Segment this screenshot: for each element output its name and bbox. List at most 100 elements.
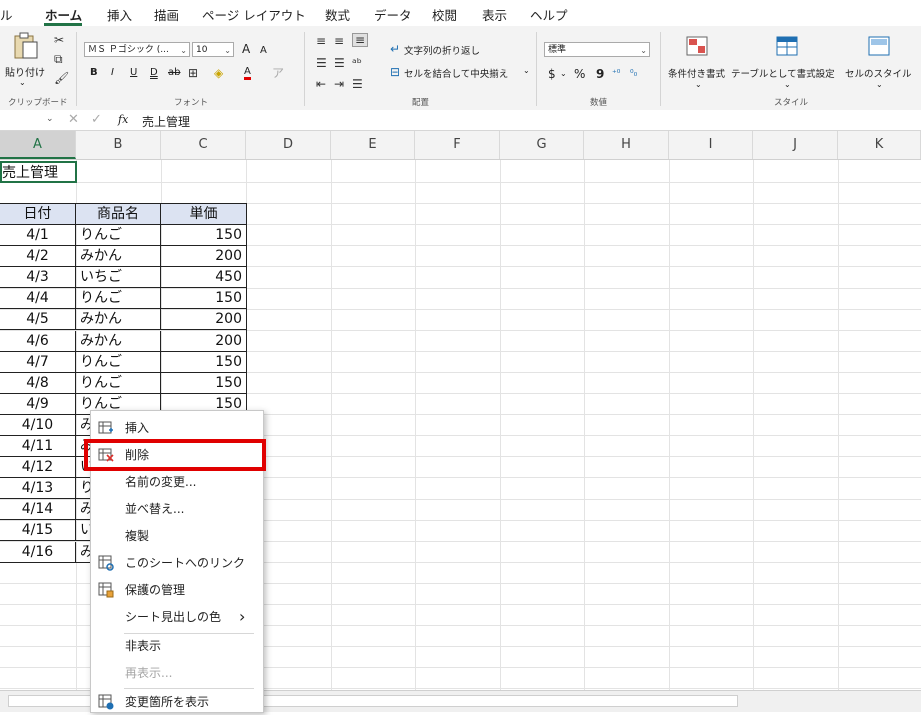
tab-page-layout[interactable]: ページ レイアウト xyxy=(202,5,306,24)
decrease-decimal-icon[interactable]: ⁰₀ xyxy=(630,68,637,80)
tab-formulas[interactable]: 数式 xyxy=(325,5,350,24)
cell-date[interactable]: 4/7 xyxy=(0,351,76,373)
cancel-icon[interactable]: ✕ xyxy=(68,112,79,127)
align-bottom-icon[interactable]: ≡ xyxy=(352,33,369,47)
menu-item-tab-color[interactable]: シート見出しの色 › xyxy=(91,604,261,630)
font-color-button[interactable]: A xyxy=(244,66,251,80)
italic-button[interactable]: I xyxy=(111,66,114,80)
percent-button[interactable]: % xyxy=(574,67,585,81)
table-header-product[interactable]: 商品名 xyxy=(76,204,161,225)
merge-center-icon[interactable]: ⊟ xyxy=(390,66,400,78)
column-header-h[interactable]: H xyxy=(584,131,669,159)
column-header-a[interactable]: A xyxy=(0,131,76,159)
underline-button[interactable]: U xyxy=(130,66,137,80)
menu-item-move-copy[interactable]: 並べ替え... xyxy=(91,496,261,522)
tab-insert[interactable]: 挿入 xyxy=(107,5,132,24)
fill-color-icon[interactable]: ◈ xyxy=(214,67,223,79)
wrap-text-button[interactable]: 文字列の折り返し xyxy=(404,43,480,57)
format-painter-icon[interactable]: 🖌 xyxy=(54,72,69,84)
menu-item-hide[interactable]: 非表示 xyxy=(91,633,261,659)
currency-button[interactable]: $ xyxy=(548,67,556,81)
chevron-down-icon[interactable]: ⌄ xyxy=(876,80,883,89)
font-size-select[interactable]: 10 ⌄ xyxy=(192,42,234,57)
tab-home[interactable]: ホーム xyxy=(45,5,82,24)
chevron-down-icon[interactable]: ⌄ xyxy=(560,69,567,78)
menu-item-link-to-sheet[interactable]: このシートへのリンク xyxy=(91,550,261,576)
shrink-font-button[interactable]: A xyxy=(260,44,267,58)
bold-button[interactable]: B xyxy=(90,66,98,80)
phonetic-icon[interactable]: ア xyxy=(272,67,284,79)
decrease-indent-icon[interactable]: ⇤ xyxy=(316,78,326,90)
cell-price[interactable]: 150 xyxy=(161,225,246,246)
cell-date[interactable]: 4/16 xyxy=(0,541,76,563)
border-icon[interactable]: ⊞ xyxy=(188,67,198,79)
menu-item-show-changes[interactable]: 変更箇所を表示 xyxy=(91,689,261,715)
cell-date[interactable]: 4/11 xyxy=(0,436,76,457)
column-header-g[interactable]: G xyxy=(500,131,584,159)
chevron-down-icon[interactable]: ⌄ xyxy=(523,66,530,75)
cell-product[interactable]: りんご xyxy=(76,351,161,373)
cell-styles-icon[interactable] xyxy=(868,36,890,56)
cell-product[interactable]: みかん xyxy=(76,246,161,268)
cell-date[interactable]: 4/13 xyxy=(0,478,76,500)
chevron-down-icon[interactable]: ⌄ xyxy=(695,80,702,89)
column-header-c[interactable]: C xyxy=(161,131,246,159)
menu-item-protect[interactable]: 保護の管理 xyxy=(91,577,261,603)
cut-icon[interactable]: ✂ xyxy=(54,34,64,46)
table-header-date[interactable]: 日付 xyxy=(0,204,76,225)
align-center-icon[interactable]: ☰ xyxy=(334,57,345,69)
format-as-table-button[interactable]: テーブルとして書式設定 xyxy=(731,66,835,80)
column-header-d[interactable]: D xyxy=(246,131,331,159)
format-as-table-icon[interactable] xyxy=(776,36,798,56)
cell-price[interactable]: 450 xyxy=(161,267,246,289)
align-left-icon[interactable]: ☰ xyxy=(316,57,327,69)
enter-icon[interactable]: ✓ xyxy=(91,112,102,127)
formula-input[interactable]: 売上管理 xyxy=(142,113,190,130)
cell-product[interactable]: りんご xyxy=(76,225,161,246)
conditional-formatting-button[interactable]: 条件付き書式 xyxy=(668,66,725,80)
menu-item-duplicate[interactable]: 複製 xyxy=(91,523,261,549)
conditional-formatting-icon[interactable] xyxy=(686,36,708,56)
comma-button[interactable]: 9 xyxy=(596,67,604,81)
tab-help[interactable]: ヘルプ xyxy=(530,5,568,24)
double-underline-button[interactable]: D xyxy=(150,66,158,80)
number-format-select[interactable]: 標準 ⌄ xyxy=(544,42,650,57)
tab-file[interactable]: ル xyxy=(0,5,13,24)
cell-date[interactable]: 4/12 xyxy=(0,457,76,479)
cell-product[interactable]: いちご xyxy=(76,267,161,289)
merge-center-button[interactable]: セルを結合して中央揃え xyxy=(404,66,508,80)
cell-date[interactable]: 4/15 xyxy=(0,520,76,542)
cell-styles-button[interactable]: セルのスタイル xyxy=(845,66,912,80)
copy-icon[interactable]: ⧉ xyxy=(54,53,63,65)
paste-dropdown-icon[interactable]: ⌄ xyxy=(19,78,26,87)
cell-date[interactable]: 4/4 xyxy=(0,288,76,310)
chevron-down-icon[interactable]: ⌄ xyxy=(784,80,791,89)
cell-date[interactable]: 4/2 xyxy=(0,246,76,268)
cell-date[interactable]: 4/6 xyxy=(0,330,76,352)
wrap-text-icon[interactable]: ↵ xyxy=(390,43,400,55)
cell-product[interactable]: みかん xyxy=(76,330,161,352)
menu-item-rename[interactable]: 名前の変更... xyxy=(91,469,261,495)
cell-product[interactable]: みかん xyxy=(76,309,161,331)
table-header-price[interactable]: 単価 xyxy=(161,204,246,225)
cell-price[interactable]: 150 xyxy=(161,352,246,373)
strikethrough-button[interactable]: ab xyxy=(168,66,180,80)
cell-date[interactable]: 4/1 xyxy=(0,225,76,246)
column-header-b[interactable]: B xyxy=(76,131,161,159)
tab-data[interactable]: データ xyxy=(374,5,412,24)
tab-view[interactable]: 表示 xyxy=(482,5,507,24)
orientation-icon[interactable]: ᵃᵇ xyxy=(352,57,362,69)
cell-price[interactable]: 200 xyxy=(161,246,246,268)
menu-item-insert[interactable]: 挿入 xyxy=(91,415,261,441)
cell-price[interactable]: 150 xyxy=(161,373,246,394)
cell-product[interactable]: りんご xyxy=(76,372,161,394)
column-header-j[interactable]: J xyxy=(753,131,838,159)
cell-date[interactable]: 4/5 xyxy=(0,309,76,331)
increase-decimal-icon[interactable]: ⁺⁰ xyxy=(612,68,620,80)
cell-date[interactable]: 4/10 xyxy=(0,414,76,436)
align-middle-icon[interactable]: ≡ xyxy=(334,35,344,47)
name-box-dropdown-icon[interactable]: ⌄ xyxy=(46,114,54,124)
tab-draw[interactable]: 描画 xyxy=(154,5,179,24)
insert-function-button[interactable]: fx xyxy=(118,113,128,126)
cell-date[interactable]: 4/8 xyxy=(0,372,76,394)
